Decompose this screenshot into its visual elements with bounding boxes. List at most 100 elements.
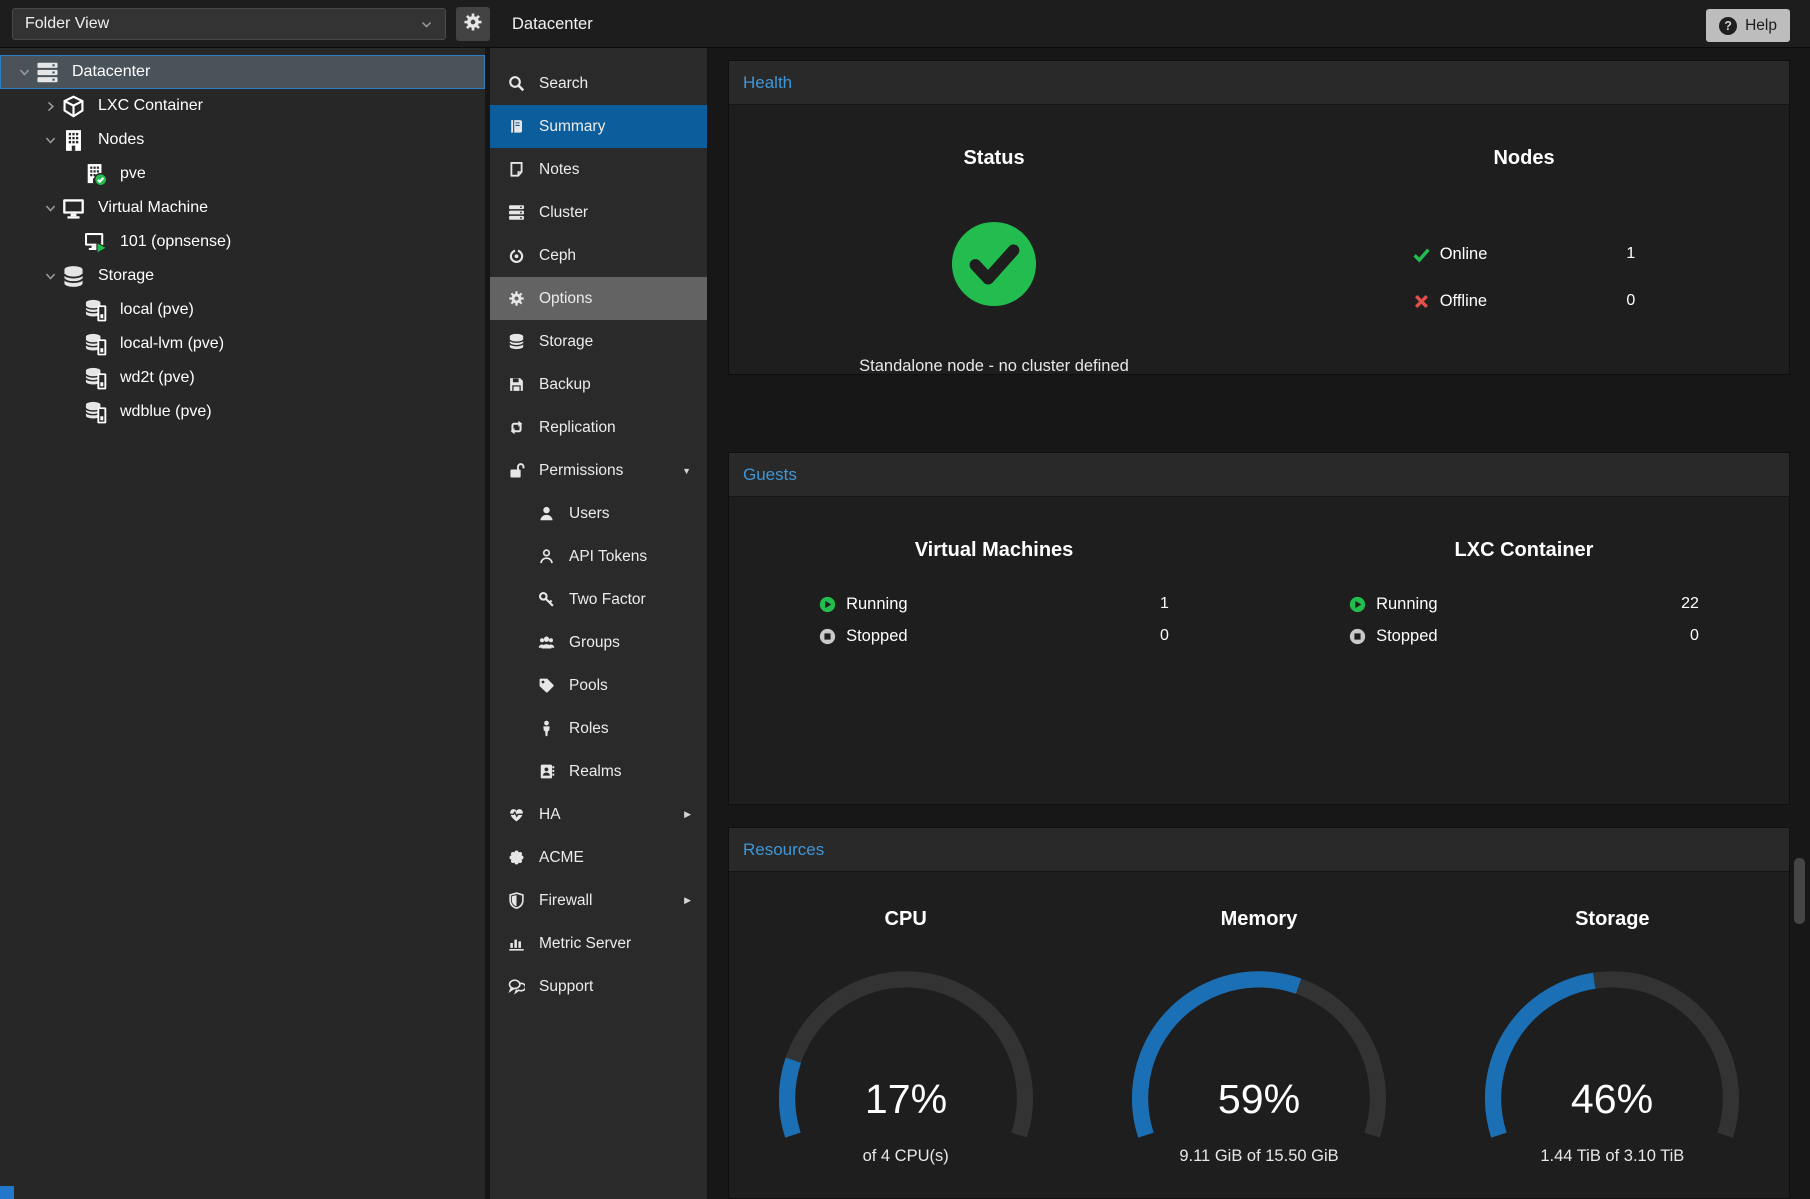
database-drive-icon [84,299,112,322]
help-button-label: Help [1745,17,1777,35]
tree-item-wd2t-pve[interactable]: wd2t (pve) [0,361,485,395]
tree-item-nodes[interactable]: Nodes [0,123,485,157]
guests-column-header: LXC Container [1259,497,1789,562]
check-icon [1413,246,1440,263]
tree-item-local-lvm-pve[interactable]: local-lvm (pve) [0,327,485,361]
menu-item-label: Users [569,505,609,523]
menu-item-groups[interactable]: Groups [490,621,707,664]
nodes-header: Nodes [1259,105,1789,170]
tree-item-label: LXC Container [98,97,203,115]
menu-item-permissions[interactable]: Permissions▼ [490,449,707,492]
menu-item-pools[interactable]: Pools [490,664,707,707]
gauge-sublabel: 1.44 TiB of 3.10 TiB [1436,1147,1789,1166]
menu-item-backup[interactable]: Backup [490,363,707,406]
menu-item-label: ACME [539,849,584,867]
triangle-down-icon: ▼ [682,466,691,476]
menu-item-label: Realms [569,763,622,781]
view-mode-label: Folder View [25,15,109,33]
tree-item-storage[interactable]: Storage [0,259,485,293]
monitor-icon [62,197,90,220]
node-status-row-online: Online1 [1413,242,1636,266]
server-icon [507,204,526,221]
help-button[interactable]: ? Help [1706,9,1790,42]
gauge-memory: Memory59%9.11 GiB of 15.50 GiB [1082,872,1435,1166]
resources-panel-title: Resources [729,828,1789,872]
tree-item-101-opnsense[interactable]: 101 (opnsense) [0,225,485,259]
status-message: Standalone node - no cluster defined [729,357,1259,376]
chevron-down-icon[interactable] [38,270,62,283]
menu-item-label: Two Factor [569,591,646,609]
chevron-down-icon[interactable] [38,202,62,215]
guest-row-stopped: Stopped 0 [1349,624,1699,648]
guest-row-value: 0 [1160,627,1169,645]
menu-item-ceph[interactable]: Ceph [490,234,707,277]
menu-item-label: HA [539,806,561,824]
book-icon [507,118,526,135]
tree-item-label: pve [120,165,146,183]
menu-item-search[interactable]: Search [490,62,707,105]
tree-item-local-pve[interactable]: local (pve) [0,293,485,327]
menu-item-summary[interactable]: Summary [490,105,707,148]
guest-row-running: Running1 [819,592,1169,616]
menu-item-label: Replication [539,419,616,437]
proxmox-app: Folder View Datacenter ? Help Datacenter… [0,0,1810,1199]
guests-panel: Guests Virtual MachinesRunning1Stopped0L… [728,452,1790,805]
menu-item-support[interactable]: Support [490,965,707,1008]
gauge-cpu: CPU17%of 4 CPU(s) [729,872,1082,1166]
status-column: Status Standalone node - no cluster defi… [729,105,1259,376]
resource-tree: Datacenter LXC Container Nodes pve Virtual M… [0,48,485,1199]
menu-item-label: Roles [569,720,609,738]
menu-item-acme[interactable]: ACME [490,836,707,879]
tree-item-lxc-container[interactable]: LXC Container [0,89,485,123]
menu-item-replication[interactable]: Replication [490,406,707,449]
menu-item-label: Ceph [539,247,576,265]
menu-item-metric-server[interactable]: Metric Server [490,922,707,965]
menu-item-realms[interactable]: Realms [490,750,707,793]
tree-settings-button[interactable] [456,7,490,41]
replication-icon [507,419,526,436]
tree-item-pve[interactable]: pve [0,157,485,191]
menu-item-storage[interactable]: Storage [490,320,707,363]
menu-item-two-factor[interactable]: Two Factor [490,578,707,621]
note-icon [507,161,526,178]
menu-item-label: Backup [539,376,591,394]
gauge-percent: 17% [865,1076,947,1122]
users-icon [537,634,556,651]
node-status-value: 0 [1626,292,1635,310]
tree-item-label: Virtual Machine [98,199,208,217]
floppy-icon [507,376,526,393]
menu-item-api-tokens[interactable]: API Tokens [490,535,707,578]
tree-item-datacenter[interactable]: Datacenter [0,55,485,89]
menu-item-ha[interactable]: HA▶ [490,793,707,836]
chevron-down-icon[interactable] [38,134,62,147]
menu-item-roles[interactable]: Roles [490,707,707,750]
tree-item-virtual-machine[interactable]: Virtual Machine [0,191,485,225]
menu-item-label: Notes [539,161,580,179]
tree-item-wdblue-pve[interactable]: wdblue (pve) [0,395,485,429]
menu-item-label: Metric Server [539,935,631,953]
menu-item-users[interactable]: Users [490,492,707,535]
question-icon: ? [1719,17,1737,35]
page-title: Datacenter [512,0,593,48]
cube-icon [62,95,90,118]
chevron-down-icon [420,18,433,31]
guest-row-label: Stopped [1376,627,1437,646]
tree-item-label: wdblue (pve) [120,403,212,421]
gear-icon [507,290,526,307]
menu-item-options[interactable]: Options [490,277,707,320]
guests-panel-title: Guests [729,453,1789,497]
guest-row-value: 0 [1690,627,1699,645]
menu-item-cluster[interactable]: Cluster [490,191,707,234]
node-status-row-offline: Offline0 [1413,289,1636,313]
menu-item-notes[interactable]: Notes [490,148,707,191]
view-mode-select[interactable]: Folder View [12,8,446,40]
menu-item-firewall[interactable]: Firewall▶ [490,879,707,922]
health-panel-title: Health [729,61,1789,105]
database-icon [62,265,90,288]
chevron-right-icon[interactable] [38,100,62,113]
menu-item-label: Firewall [539,892,592,910]
chevron-down-icon[interactable] [12,66,36,79]
gauge-header: CPU [729,872,1082,931]
content-scrollbar-thumb[interactable] [1794,858,1805,924]
gauge-arc: 17% [776,967,1036,1140]
